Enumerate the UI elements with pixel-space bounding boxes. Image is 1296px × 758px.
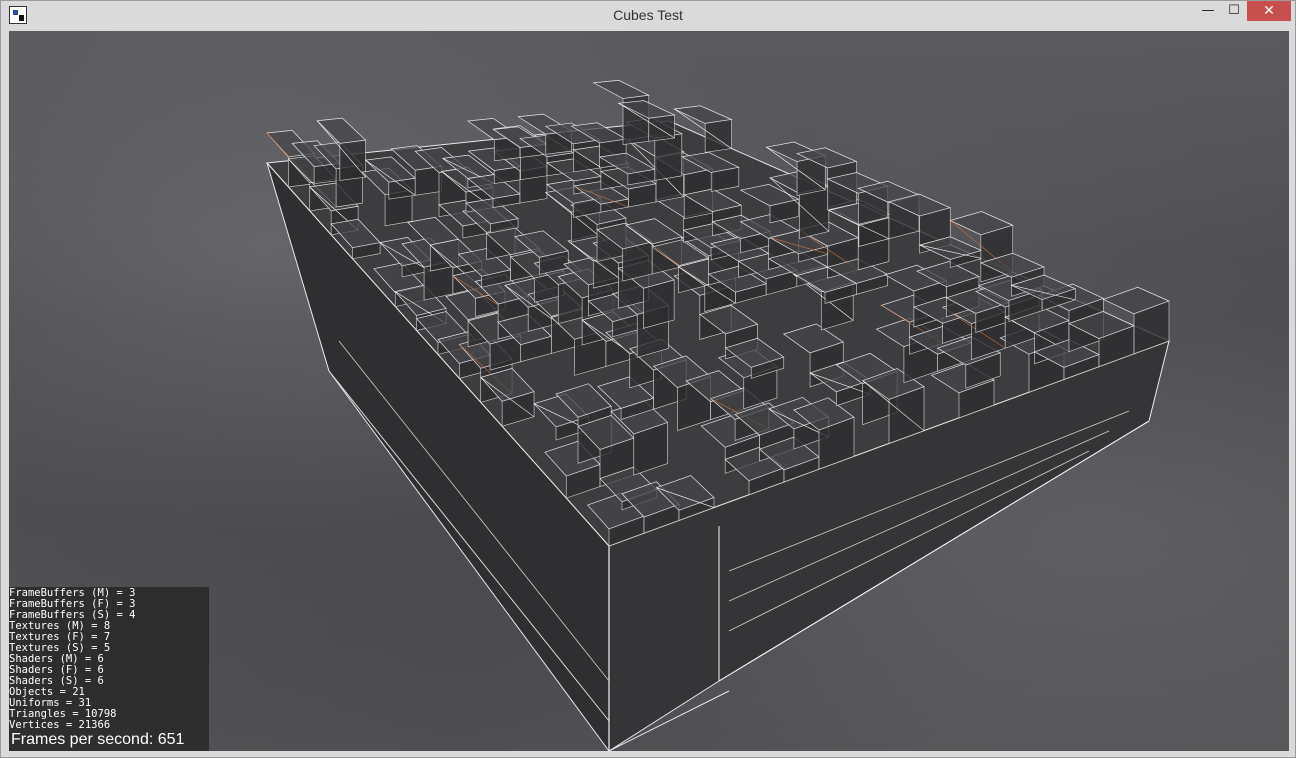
cube-side <box>648 114 675 142</box>
cube-side <box>704 119 732 153</box>
title-bar[interactable]: Cubes Test — ☐ ✕ <box>1 1 1295 31</box>
maximize-button[interactable]: ☐ <box>1221 1 1247 21</box>
cube-side <box>388 177 416 200</box>
cube <box>592 79 650 99</box>
stats-overlay: FrameBuffers (M) = 3 FrameBuffers (F) = … <box>9 587 209 751</box>
window-title: Cubes Test <box>613 7 683 23</box>
app-window: Cubes Test — ☐ ✕ FrameBuffers (M) = 3 Fr… <box>0 0 1296 758</box>
render-viewport[interactable]: FrameBuffers (M) = 3 FrameBuffers (F) = … <box>9 31 1289 751</box>
close-button[interactable]: ✕ <box>1247 1 1291 21</box>
cube-side <box>654 133 683 181</box>
cube-side <box>643 279 675 329</box>
stat-line: Vertices = 21366 <box>9 719 111 731</box>
fps-counter: Frames per second: 651 <box>11 731 185 748</box>
cube <box>316 117 367 144</box>
cube-side <box>339 139 366 181</box>
minimize-button[interactable]: — <box>1195 1 1221 21</box>
cube-side <box>622 241 653 282</box>
